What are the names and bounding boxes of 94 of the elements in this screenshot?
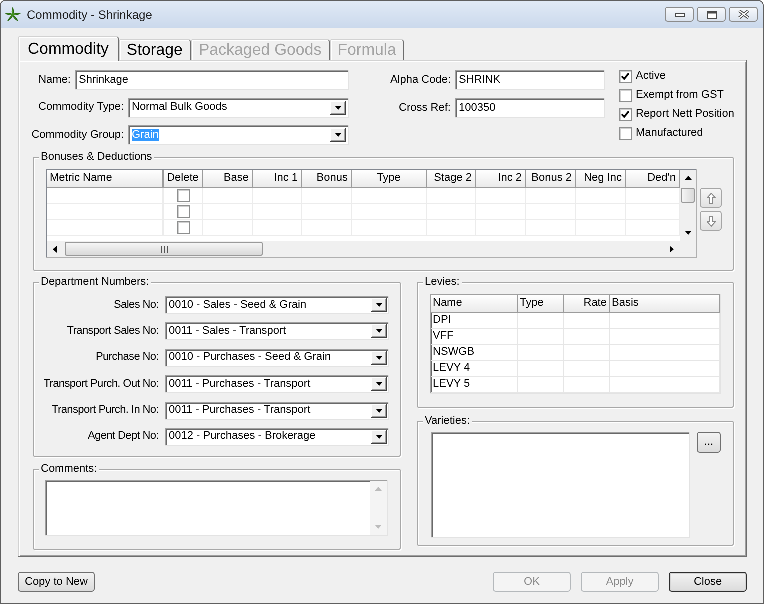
column-header[interactable]: Ded'n bbox=[626, 170, 680, 188]
table-cell bbox=[518, 345, 564, 361]
scroll-left-arrow-icon[interactable] bbox=[53, 246, 57, 252]
checkbox-label[interactable]: Exempt from GST bbox=[636, 89, 724, 102]
close-icon bbox=[738, 10, 750, 19]
checkbox-label[interactable]: Manufactured bbox=[636, 127, 704, 140]
levy-name-cell: LEVY 4 bbox=[431, 361, 518, 377]
field-label: Transport Purch. In No: bbox=[52, 404, 159, 418]
column-header[interactable]: Neg Inc bbox=[576, 170, 626, 188]
table-cell bbox=[564, 377, 610, 393]
table-cell bbox=[518, 313, 564, 329]
scroll-up-arrow-icon[interactable] bbox=[684, 176, 692, 180]
table-cell bbox=[253, 188, 302, 204]
delete-checkbox[interactable] bbox=[176, 221, 190, 234]
checkbox[interactable] bbox=[619, 89, 632, 102]
dropdown[interactable]: 0010 - Purchases - Seed & Grain bbox=[165, 348, 389, 367]
maximize-icon bbox=[706, 10, 716, 18]
column-header[interactable]: Bonus bbox=[302, 170, 352, 188]
tab[interactable]: Storage bbox=[118, 39, 191, 60]
field-label: Name: bbox=[38, 74, 71, 86]
field-label: Commodity Type: bbox=[38, 101, 124, 114]
field-label: Agent Dept No: bbox=[88, 430, 159, 444]
column-header[interactable]: Name bbox=[431, 295, 518, 313]
checkbox-label[interactable]: Active bbox=[636, 70, 666, 83]
scroll-down-arrow-icon[interactable] bbox=[684, 231, 692, 235]
field-label: Purchase No: bbox=[96, 351, 159, 364]
checkbox-label[interactable]: Report Nett Position bbox=[636, 108, 734, 121]
maximize-button[interactable] bbox=[697, 7, 726, 22]
minimize-button[interactable] bbox=[665, 7, 694, 22]
levy-name-cell: LEVY 5 bbox=[431, 377, 518, 393]
varieties-list[interactable] bbox=[431, 432, 690, 538]
tab[interactable]: Commodity bbox=[18, 36, 119, 61]
column-header[interactable]: Base bbox=[203, 170, 253, 188]
column-header[interactable]: Inc 2 bbox=[476, 170, 526, 188]
window-title: Commodity - Shrinkage bbox=[27, 8, 152, 22]
close-button[interactable] bbox=[729, 7, 758, 22]
column-header[interactable]: Delete bbox=[164, 170, 203, 188]
scroll-right-arrow-icon[interactable] bbox=[670, 246, 674, 252]
levy-name-cell: NSWGB bbox=[431, 345, 518, 361]
table-cell bbox=[518, 329, 564, 345]
move-up-button[interactable] bbox=[700, 188, 722, 208]
field-label: Alpha Code: bbox=[390, 74, 451, 86]
column-header[interactable]: Metric Name bbox=[47, 170, 164, 188]
group-title: Department Numbers: bbox=[39, 276, 152, 289]
field-label: Sales No: bbox=[114, 298, 159, 312]
field-label: Transport Sales No: bbox=[67, 324, 159, 338]
up-arrow-icon bbox=[706, 192, 716, 204]
dropdown[interactable]: 0011 - Sales - Transport bbox=[165, 322, 389, 340]
dropdown[interactable]: 0011 - Purchases - Transport bbox=[165, 375, 389, 394]
checkbox[interactable] bbox=[619, 127, 632, 140]
text-field[interactable]: Shrinkage bbox=[75, 70, 349, 90]
table-cell bbox=[518, 361, 564, 377]
text-field[interactable]: 100350 bbox=[455, 98, 605, 118]
minimize-icon bbox=[674, 12, 684, 16]
column-header[interactable]: Basis bbox=[610, 295, 720, 313]
table-cell bbox=[302, 188, 352, 204]
table-cell bbox=[564, 329, 610, 345]
column-header[interactable]: Type bbox=[518, 295, 564, 313]
dropdown[interactable]: 0012 - Purchases - Brokerage bbox=[165, 428, 389, 446]
dropdown[interactable]: 0010 - Sales - Seed & Grain bbox=[165, 296, 389, 314]
table-cell bbox=[576, 188, 626, 204]
dropdown[interactable]: Normal Bulk Goods bbox=[128, 98, 349, 118]
browse-button[interactable]: ... bbox=[697, 432, 721, 453]
field-label: Transport Purch. Out No: bbox=[44, 378, 159, 391]
column-header[interactable]: Type bbox=[352, 170, 427, 188]
delete-checkbox[interactable] bbox=[176, 205, 190, 218]
checkbox[interactable] bbox=[619, 70, 632, 83]
table-cell bbox=[518, 377, 564, 393]
move-down-button[interactable] bbox=[700, 211, 722, 231]
table-cell bbox=[476, 188, 526, 204]
levy-name-cell: DPI bbox=[431, 313, 518, 329]
text-field[interactable]: SHRINK bbox=[455, 70, 605, 90]
table-cell bbox=[564, 313, 610, 329]
column-header[interactable]: Rate bbox=[564, 295, 610, 313]
dialog-button[interactable]: Close bbox=[669, 572, 747, 592]
plant-icon bbox=[5, 6, 21, 22]
checkbox[interactable] bbox=[619, 108, 632, 121]
table-cell bbox=[526, 188, 576, 204]
column-header[interactable]: Stage 2 bbox=[427, 170, 476, 188]
field-label: Cross Ref: bbox=[399, 102, 451, 114]
table-cell bbox=[564, 345, 610, 361]
levy-name-cell: VFF bbox=[431, 329, 518, 345]
scrollbar-thumb[interactable] bbox=[65, 242, 263, 256]
scrollbar-thumb[interactable] bbox=[681, 188, 695, 203]
dialog-button[interactable]: Copy to New bbox=[18, 572, 95, 592]
table-cell bbox=[427, 188, 476, 204]
field-label: Commodity Group: bbox=[32, 128, 124, 142]
grip-icon bbox=[160, 246, 168, 252]
column-header[interactable]: Bonus 2 bbox=[526, 170, 576, 188]
table-cell bbox=[564, 361, 610, 377]
dropdown[interactable]: 0011 - Purchases - Transport bbox=[165, 402, 389, 420]
down-arrow-icon bbox=[706, 216, 716, 226]
delete-checkbox[interactable] bbox=[176, 189, 190, 202]
column-header[interactable]: Inc 1 bbox=[253, 170, 302, 188]
